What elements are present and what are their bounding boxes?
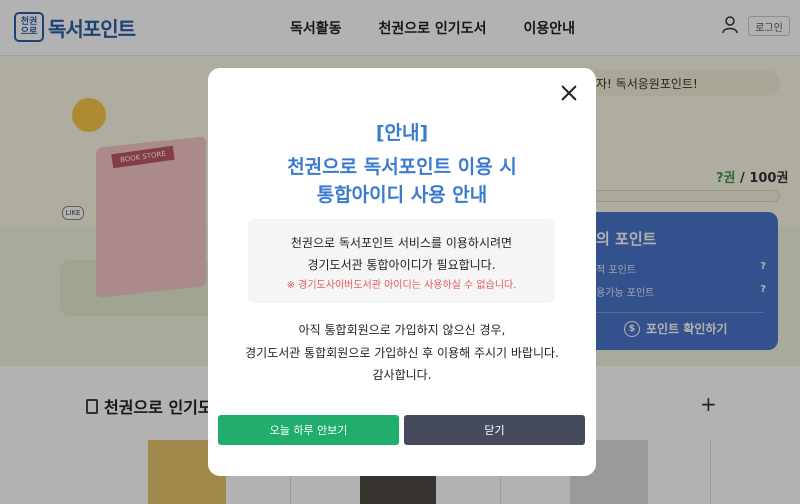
modal-title-line: 천권으로 독서포인트 이용 시 [287,156,517,178]
modal-title-line: 통합아이디 사용 안내 [316,184,488,206]
body-line: 아직 통합회원으로 가입하지 않으신 경우, [298,323,506,337]
info-warning: ※ 경기도사이버도서관 아이디는 사용하실 수 없습니다. [286,280,517,291]
body-line: 경기도서관 통합회원으로 가입하신 후 이용해 주시기 바랍니다. [245,346,559,360]
modal-tag: [안내] [375,122,429,144]
info-line: 경기도서관 통합아이디가 필요합니다. [307,258,496,272]
body-line: 감사합니다. [372,368,432,382]
close-button[interactable]: 닫기 [404,415,585,445]
hide-today-button[interactable]: 오늘 하루 안보기 [218,415,399,445]
modal-title: 천권으로 독서포인트 이용 시 통합아이디 사용 안내 [208,153,596,209]
info-line: 천권으로 독서포인트 서비스를 이용하시려면 [290,236,513,250]
close-icon[interactable] [559,83,579,103]
